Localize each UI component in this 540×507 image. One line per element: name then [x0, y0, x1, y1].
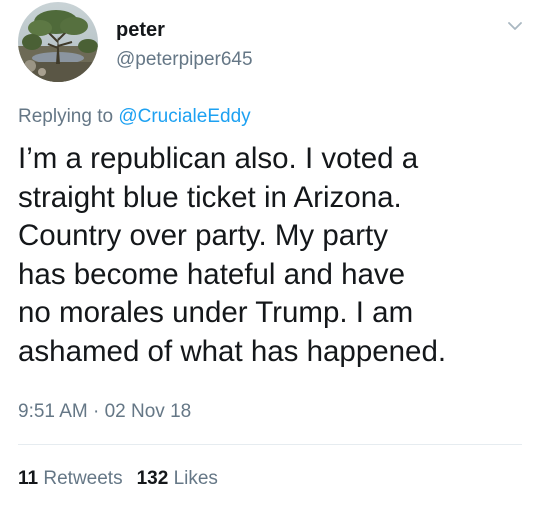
avatar[interactable] [18, 2, 98, 82]
retweets-stat[interactable]: 11 Retweets [18, 468, 123, 489]
avatar-photo-icon [18, 2, 98, 82]
replying-to-label: Replying to [18, 106, 119, 127]
retweets-label: Retweets [43, 468, 123, 489]
retweets-count: 11 [18, 468, 39, 489]
tweet-text-line: no morales under Trump. I am [18, 296, 414, 329]
reply-mention-link[interactable]: @CrucialeEddy [118, 106, 250, 127]
tweet-stats: 11 Retweets 132 Likes [18, 466, 218, 492]
tweet-text-line: has become hateful and have [18, 257, 406, 291]
tweet-text: I’m a republican also. I voted a straigh… [18, 140, 528, 371]
divider [18, 444, 522, 445]
chevron-down-icon[interactable] [505, 16, 525, 36]
tweet-text-line: straight blue ticket in Arizona. [18, 180, 402, 214]
likes-stat[interactable]: 132 Likes [137, 468, 218, 489]
tweet-text-line: ashamed of what has happened. [18, 334, 447, 368]
replying-to: Replying to @CrucialeEddy [18, 104, 251, 130]
tweet-text-line: Country over party. My party [18, 219, 388, 252]
display-name[interactable]: peter [116, 18, 165, 42]
user-handle[interactable]: @peterpiper645 [116, 48, 253, 72]
tweet-timestamp[interactable]: 9:51 AM · 02 Nov 18 [18, 399, 191, 425]
tweet-card: peter @peterpiper645 Replying to @Crucia… [0, 0, 540, 507]
tweet-text-line: I’m a republican also. I voted a [18, 142, 419, 175]
likes-count: 132 [136, 468, 169, 489]
likes-label: Likes [173, 468, 218, 489]
